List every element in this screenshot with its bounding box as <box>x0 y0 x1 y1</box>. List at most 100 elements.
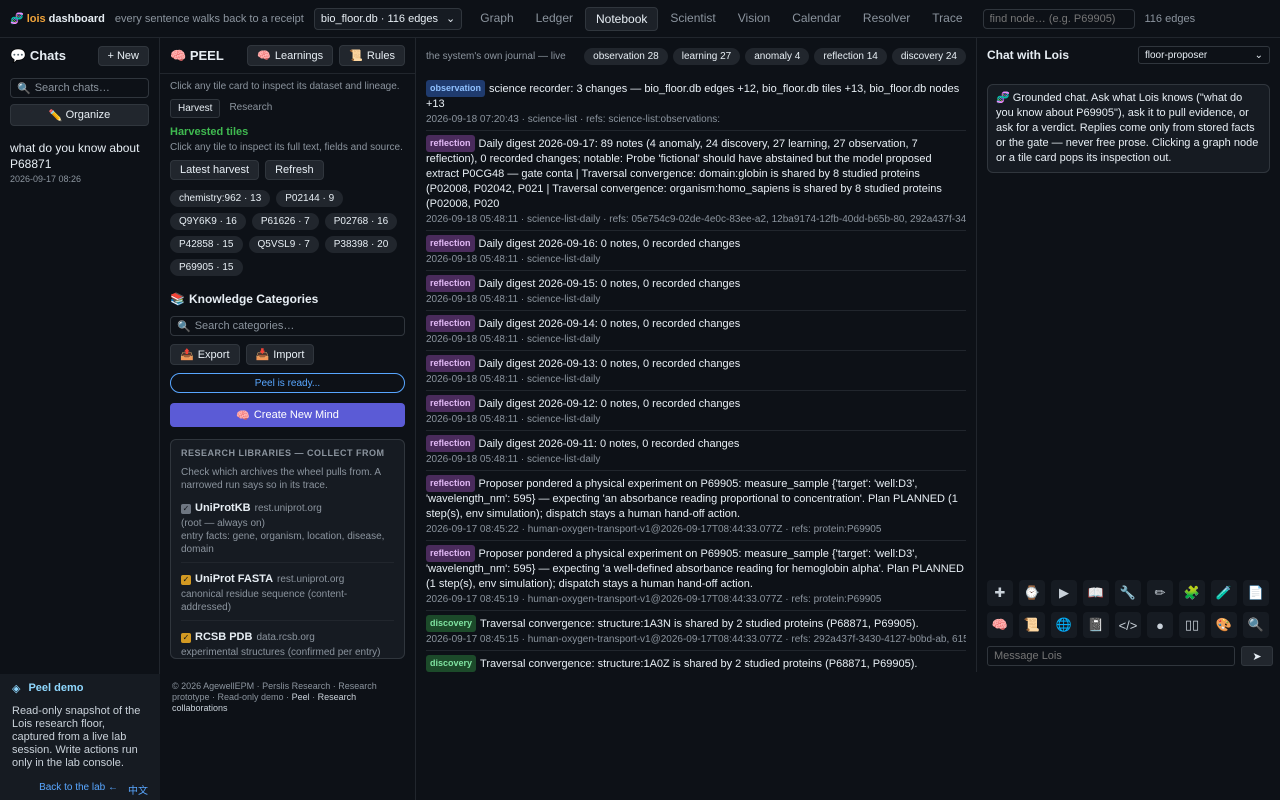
language-link[interactable]: 中文 <box>128 782 148 797</box>
message-bar: ➤ <box>987 646 1273 666</box>
chats-title: 💬 Chats <box>10 48 66 63</box>
tile-chip[interactable]: Q5VSL9 · 7 <box>248 236 319 253</box>
library-name: UniProtKB <box>195 502 251 514</box>
message-input[interactable] <box>987 646 1235 666</box>
back-to-lab-link[interactable]: Back to the lab ← <box>39 782 118 797</box>
entry-type-badge: reflection <box>426 355 475 372</box>
journal-entry[interactable]: reflection Daily digest 2026-09-13: 0 not… <box>426 351 966 391</box>
brain-icon[interactable]: 🧠 <box>987 612 1013 638</box>
category-filter-chip[interactable]: discovery 24 <box>891 47 966 65</box>
tab-resolver[interactable]: Resolver <box>853 7 920 31</box>
plus-icon[interactable]: ✚ <box>987 580 1013 606</box>
chat-list-item[interactable]: what do you know about P68871 2026-09-17… <box>0 132 159 192</box>
library-checkbox[interactable]: ✓ <box>181 632 191 643</box>
library-checkbox[interactable]: ✓ <box>181 574 191 585</box>
library-item: ✓ RCSB PDB data.rcsb.org experimental struc… <box>181 631 394 658</box>
journal-entry[interactable]: discovery Traversal convergence: structur… <box>426 651 966 672</box>
tile-chip[interactable]: P61626 · 7 <box>251 213 319 230</box>
category-filter-chip[interactable]: observation 28 <box>584 47 668 65</box>
journal-entry-line: reflection Daily digest 2026-09-16: 0 not… <box>426 235 966 252</box>
book-icon[interactable]: 📖 <box>1083 580 1109 606</box>
journal-entry[interactable]: reflection Daily digest 2026-09-16: 0 not… <box>426 231 966 271</box>
tab-scientist[interactable]: Scientist <box>660 7 725 31</box>
wrench-icon[interactable]: 🔧 <box>1115 580 1141 606</box>
database-select[interactable]: bio_floor.db · 116 edges ⌄ <box>313 7 463 30</box>
rules-button[interactable]: 📜 Rules <box>339 45 405 66</box>
diamond-icon: ◈ <box>12 683 21 695</box>
category-filter-chip[interactable]: learning 27 <box>672 47 741 65</box>
journal-entry[interactable]: reflection Daily digest 2026-09-14: 0 not… <box>426 311 966 351</box>
tab-calendar[interactable]: Calendar <box>782 7 851 31</box>
journal-entry[interactable]: discovery Traversal convergence: structur… <box>426 611 966 651</box>
category-filter-chip[interactable]: reflection 14 <box>814 47 887 65</box>
journal-entry[interactable]: observation science recorder: 3 changes —… <box>426 76 966 131</box>
journal-entry[interactable]: reflection Proposer pondered a physical e… <box>426 541 966 611</box>
search-categories-input[interactable]: 🔍 Search categories… <box>170 316 405 336</box>
chats-header: 💬 Chats + New <box>0 38 159 74</box>
export-import-actions: 📤 Export 📥 Import <box>170 344 405 365</box>
import-button[interactable]: 📥 Import <box>245 344 315 365</box>
refresh-button[interactable]: Refresh <box>265 160 324 180</box>
new-chat-button[interactable]: + New <box>97 46 149 66</box>
send-button[interactable]: ➤ <box>1241 646 1273 666</box>
tab-notebook[interactable]: Notebook <box>585 6 659 31</box>
document-icon[interactable]: 📄 <box>1243 580 1269 606</box>
search-icon: 🔍 <box>17 82 31 95</box>
tab-ledger[interactable]: Ledger <box>526 7 583 31</box>
journal-entry-meta: 2026-09-18 05:48:11 · science-list-daily <box>426 414 601 425</box>
journal-entry[interactable]: reflection Proposer pondered a physical e… <box>426 471 966 541</box>
tile-chip[interactable]: chemistry:962 · 13 <box>170 190 271 207</box>
search-chats-input[interactable]: 🔍 Search chats… <box>10 78 149 98</box>
create-new-mind-button[interactable]: 🧠 Create New Mind <box>170 403 405 427</box>
peel-link[interactable]: Peel <box>292 692 310 702</box>
journal-entry-line: reflection Daily digest 2026-09-13: 0 not… <box>426 355 966 372</box>
history-icon[interactable]: ⌚ <box>1019 580 1045 606</box>
journal-entry[interactable]: reflection Daily digest 2026-09-17: 89 no… <box>426 131 966 231</box>
dot-icon[interactable]: ● <box>1147 612 1173 638</box>
tile-chip[interactable]: P38398 · 20 <box>324 236 398 253</box>
learnings-button[interactable]: 🧠 Learnings <box>247 45 334 66</box>
split-icon[interactable]: ▯▯ <box>1179 612 1205 638</box>
journal-entry[interactable]: reflection Daily digest 2026-09-15: 0 not… <box>426 271 966 311</box>
journal-entry-meta: 2026-09-17 08:45:19 · human-oxygen-trans… <box>426 594 882 605</box>
tile-chip[interactable]: P02768 · 16 <box>324 213 398 230</box>
pipette-icon[interactable]: 🧪 <box>1211 580 1237 606</box>
tab-trace[interactable]: Trace <box>922 7 972 31</box>
model-select[interactable]: floor-proposer ⌄ <box>1138 46 1270 64</box>
tile-chip[interactable]: P02144 · 9 <box>276 190 344 207</box>
palette-icon[interactable]: 🎨 <box>1211 612 1237 638</box>
play-icon[interactable]: ▶ <box>1051 580 1077 606</box>
export-button[interactable]: 📤 Export <box>170 344 240 365</box>
notebook-icon[interactable]: 📓 <box>1083 612 1109 638</box>
tab-research[interactable]: Research <box>222 99 279 118</box>
entry-type-badge: discovery <box>426 655 477 672</box>
journal-entry-text: Daily digest 2026-09-17: 89 notes (4 ano… <box>426 138 942 210</box>
journal-entry[interactable]: reflection Daily digest 2026-09-12: 0 not… <box>426 391 966 431</box>
find-node-input[interactable] <box>982 8 1135 29</box>
code-icon[interactable]: </> <box>1115 612 1141 638</box>
category-filter-chip[interactable]: anomaly 4 <box>745 47 810 65</box>
journal-entry[interactable]: reflection Daily digest 2026-09-11: 0 not… <box>426 431 966 471</box>
tile-chip[interactable]: P69905 · 15 <box>170 259 243 276</box>
chat-panel-header: Chat with Lois floor-proposer ⌄ <box>977 38 1280 72</box>
peel-title: 🧠 PEEL <box>170 47 224 63</box>
organize-button[interactable]: ✏️ Organize <box>10 104 149 126</box>
brand-name: lois <box>26 12 46 25</box>
tab-vision[interactable]: Vision <box>728 7 780 31</box>
library-host: rest.uniprot.org <box>254 503 322 514</box>
library-host: rest.uniprot.org <box>277 574 345 585</box>
entry-type-badge: reflection <box>426 275 475 292</box>
scroll-icon[interactable]: 📜 <box>1019 612 1045 638</box>
tile-chip[interactable]: Q9Y6K9 · 16 <box>170 213 246 230</box>
puzzle-icon[interactable]: 🧩 <box>1179 580 1205 606</box>
journal-entry-text: Proposer pondered a physical experiment … <box>426 548 964 590</box>
library-name: UniProt FASTA <box>195 573 274 585</box>
tab-harvest[interactable]: Harvest <box>170 99 221 118</box>
globe-icon[interactable]: 🌐 <box>1051 612 1077 638</box>
pencil-icon[interactable]: ✏ <box>1147 580 1173 606</box>
search-icon[interactable]: 🔍 <box>1243 612 1269 638</box>
knowledge-categories-title: 📚 Knowledge Categories <box>170 292 319 306</box>
tile-chip[interactable]: P42858 · 15 <box>170 236 243 253</box>
tab-graph[interactable]: Graph <box>470 7 523 31</box>
latest-harvest-button[interactable]: Latest harvest <box>170 160 260 180</box>
